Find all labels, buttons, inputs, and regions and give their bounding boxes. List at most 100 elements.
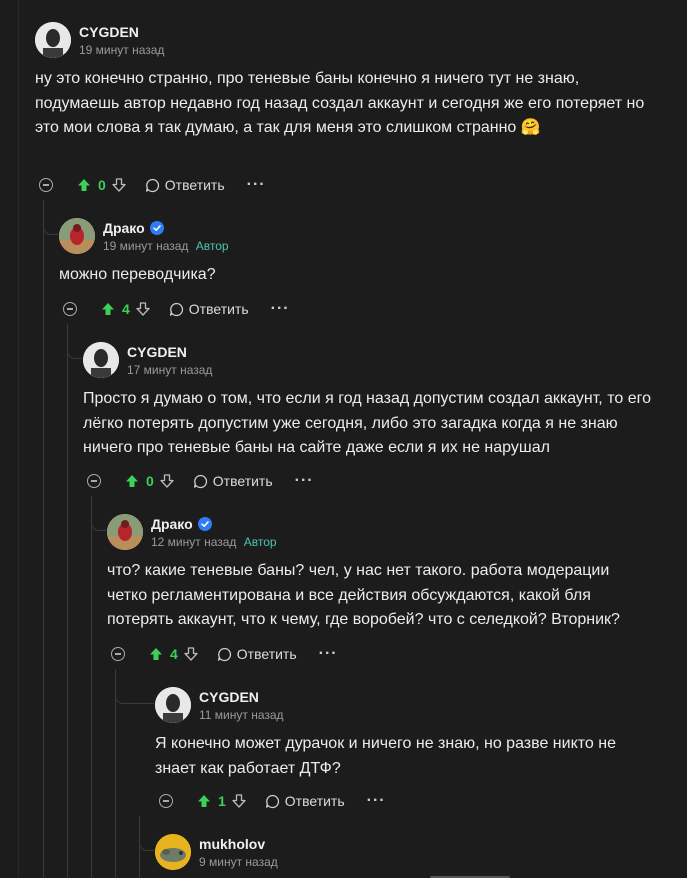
reply-button[interactable]: Ответить	[193, 473, 273, 489]
vote-control: 1	[197, 793, 246, 809]
comment-header: CYGDEN 17 минут назад	[83, 340, 663, 380]
avatar[interactable]	[59, 218, 95, 254]
verified-icon	[197, 516, 212, 531]
reply-button[interactable]: Ответить	[145, 177, 225, 193]
comment-header: Драко 19 минут назад Автор	[59, 216, 659, 256]
author-name[interactable]: CYGDEN	[199, 688, 284, 706]
vote-score: 1	[218, 793, 226, 809]
collapse-icon[interactable]	[111, 647, 125, 661]
comment-time[interactable]: 11 минут назад	[199, 707, 284, 723]
vote-control: 4	[101, 301, 150, 317]
avatar[interactable]	[83, 342, 119, 378]
reply-bubble-icon	[169, 302, 183, 316]
thread-elbow	[67, 334, 82, 359]
comment-text: Я конечно может дурачок и ничего не знаю…	[155, 735, 616, 777]
reply-bubble-icon	[217, 647, 231, 661]
downvote-icon[interactable]	[136, 302, 150, 316]
comment: CYGDEN 11 минут назад Я конечно может ду…	[155, 685, 635, 781]
reply-label: Ответить	[212, 473, 273, 489]
avatar[interactable]	[155, 834, 191, 870]
more-dots-icon[interactable]: ···	[367, 793, 386, 809]
author-name-text: Драко	[103, 219, 145, 236]
collapse-icon[interactable]	[159, 794, 173, 808]
vote-control: 0	[77, 177, 126, 193]
author-name[interactable]: CYGDEN	[79, 23, 164, 41]
comment-header: mukholov 9 минут назад	[155, 832, 635, 872]
author-name[interactable]: Драко	[103, 219, 229, 237]
upvote-icon[interactable]	[77, 178, 91, 192]
author-name[interactable]: Драко	[151, 515, 277, 533]
vote-score: 0	[98, 177, 106, 193]
avatar[interactable]	[107, 514, 143, 550]
comment: Драко 12 минут назад Автор что? какие те…	[107, 512, 647, 633]
thread-elbow	[115, 679, 154, 704]
more-dots-icon[interactable]: ···	[247, 177, 266, 193]
downvote-icon[interactable]	[112, 178, 126, 192]
verified-icon	[149, 220, 164, 235]
comment-header: CYGDEN 11 минут назад	[155, 685, 635, 725]
left-rail	[18, 0, 19, 878]
comment-actions: 1 Ответить ···	[157, 789, 386, 813]
thread-elbow	[91, 506, 106, 531]
vote-score: 0	[146, 473, 154, 489]
comment-text: можно переводчика?	[59, 266, 216, 283]
author-badge: Автор	[243, 534, 277, 549]
reply-bubble-icon	[145, 178, 159, 192]
comment: CYGDEN 19 минут назад ну это конечно стр…	[35, 20, 665, 141]
comment-time[interactable]: 17 минут назад	[127, 362, 212, 378]
comment-time[interactable]: 19 минут назад	[79, 42, 164, 58]
more-dots-icon[interactable]: ···	[271, 301, 290, 317]
author-name[interactable]: mukholov	[199, 835, 278, 853]
collapse-icon[interactable]	[63, 302, 77, 316]
avatar[interactable]	[35, 22, 71, 58]
reply-button[interactable]: Ответить	[169, 301, 249, 317]
more-dots-icon[interactable]: ···	[319, 646, 338, 662]
comment-time-text[interactable]: 19 минут назад	[103, 239, 188, 253]
downvote-icon[interactable]	[160, 474, 174, 488]
upvote-icon[interactable]	[101, 302, 115, 316]
reply-label: Ответить	[236, 646, 297, 662]
comment-header: CYGDEN 19 минут назад	[35, 20, 665, 60]
comment-time: 19 минут назад Автор	[103, 238, 229, 254]
comment: CYGDEN 17 минут назад Просто я думаю о т…	[83, 340, 663, 461]
comment-time[interactable]: 9 минут назад	[199, 854, 278, 870]
avatar[interactable]	[155, 687, 191, 723]
comment-text: Просто я думаю о том, что если я год наз…	[83, 390, 651, 456]
comment: Драко 19 минут назад Автор можно перевод…	[59, 216, 659, 288]
reply-label: Ответить	[188, 301, 249, 317]
reply-label: Ответить	[284, 793, 345, 809]
more-dots-icon[interactable]: ···	[295, 473, 314, 489]
comment-actions: 4 Ответить ···	[109, 642, 338, 666]
upvote-icon[interactable]	[125, 474, 139, 488]
vote-score: 4	[122, 301, 130, 317]
downvote-icon[interactable]	[232, 794, 246, 808]
comment-text: ну это конечно странно, про теневые баны…	[35, 67, 665, 141]
downvote-icon[interactable]	[184, 647, 198, 661]
reply-button[interactable]: Ответить	[217, 646, 297, 662]
thread-line	[67, 324, 68, 878]
comment-text: что? какие теневые баны? чел, у нас нет …	[107, 562, 620, 628]
vote-control: 0	[125, 473, 174, 489]
comment-actions: 4 Ответить ···	[61, 297, 290, 321]
comment: mukholov 9 минут назад	[155, 832, 635, 872]
author-name[interactable]: CYGDEN	[127, 343, 212, 361]
comment-actions: 0 Ответить ···	[37, 173, 266, 197]
reply-button[interactable]: Ответить	[265, 793, 345, 809]
author-badge: Автор	[195, 238, 229, 253]
comment-time-text[interactable]: 12 минут назад	[151, 535, 236, 549]
author-name-text: Драко	[151, 515, 193, 532]
hug-emoji: 🤗	[520, 119, 541, 136]
thread-line	[43, 200, 44, 878]
thread-elbow	[139, 826, 154, 851]
upvote-icon[interactable]	[197, 794, 211, 808]
upvote-icon[interactable]	[149, 647, 163, 661]
vote-score: 4	[170, 646, 178, 662]
collapse-icon[interactable]	[87, 474, 101, 488]
thread-elbow	[43, 210, 58, 235]
thread-line	[91, 496, 92, 878]
collapse-icon[interactable]	[39, 178, 53, 192]
comment-time: 12 минут назад Автор	[151, 534, 277, 550]
vote-control: 4	[149, 646, 198, 662]
reply-bubble-icon	[265, 794, 279, 808]
comment-actions: 0 Ответить ···	[85, 469, 314, 493]
